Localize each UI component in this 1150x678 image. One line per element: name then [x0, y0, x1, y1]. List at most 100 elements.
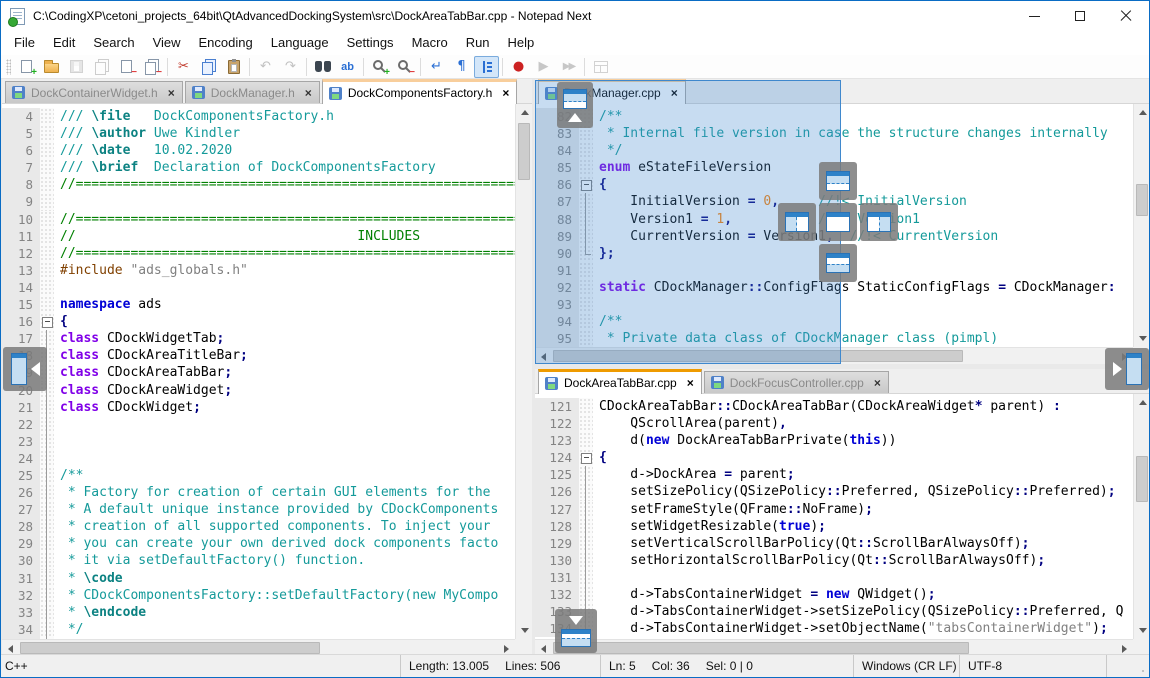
menu-item-search[interactable]: Search — [84, 31, 143, 55]
menu-item-help[interactable]: Help — [499, 31, 544, 55]
redo-button[interactable]: ↷ — [278, 56, 303, 78]
fold-collapse-icon[interactable] — [579, 449, 593, 466]
code-line: 15namespace ads — [2, 296, 515, 313]
close-all-button[interactable]: − — [139, 56, 164, 78]
save-icon — [711, 376, 724, 389]
status-language[interactable]: C++ — [1, 655, 401, 677]
zoom-in-button[interactable]: + — [367, 56, 392, 78]
line-number: 16 — [2, 313, 40, 330]
code-line: 19class CDockAreaTabBar; — [2, 364, 515, 381]
dock-indicator-center[interactable] — [819, 203, 857, 241]
dock-indicator-bottom[interactable] — [819, 244, 857, 282]
scroll-up-button[interactable] — [1134, 104, 1150, 121]
record-macro-button[interactable]: ● — [506, 56, 531, 78]
code-line: 126 setSizePolicy(QSizePolicy::Preferred… — [535, 483, 1133, 500]
panel-toggle-button[interactable] — [588, 56, 613, 78]
code-text: setHorizontalScrollBarPolicy(Qt::ScrollB… — [593, 552, 1045, 569]
open-file-button[interactable] — [39, 56, 64, 78]
tab-DockContainerWidget.h[interactable]: DockContainerWidget.h — [5, 81, 183, 103]
find-button[interactable] — [310, 56, 335, 78]
menu-item-settings[interactable]: Settings — [338, 31, 403, 55]
indentation-guides-button[interactable] — [474, 56, 499, 78]
tab-DockAreaTabBar.cpp[interactable]: DockAreaTabBar.cpp — [538, 369, 702, 394]
status-eol[interactable]: Windows (CR LF) — [854, 655, 960, 677]
vertical-scrollbar[interactable] — [1133, 394, 1150, 639]
dock-indicator-edge-right[interactable] — [1105, 348, 1149, 390]
panel-toggle-icon — [594, 61, 608, 73]
tab-DockFocusController.cpp[interactable]: DockFocusController.cpp — [704, 371, 889, 393]
code-text: { — [593, 449, 607, 466]
code-line: 123 d(new DockAreaTabBarPrivate(this)) — [535, 432, 1133, 449]
dock-area-left: DockContainerWidget.hDockManager.hDockCo… — [2, 79, 532, 656]
dock-indicator-edge-left[interactable] — [3, 347, 47, 391]
save-file-button[interactable] — [64, 56, 89, 78]
tab-DockComponentsFactory.h[interactable]: DockComponentsFactory.h — [322, 79, 518, 104]
copy-icon — [202, 62, 213, 75]
close-file-button[interactable]: − — [114, 56, 139, 78]
line-number: 29 — [2, 535, 40, 552]
undo-button[interactable]: ↶ — [253, 56, 278, 78]
vertical-scrollbar[interactable] — [1133, 104, 1150, 347]
new-file-button[interactable]: + — [14, 56, 39, 78]
indentation-guides-icon — [480, 60, 494, 74]
scroll-thumb[interactable] — [553, 642, 969, 654]
minimize-button[interactable] — [1011, 1, 1057, 31]
dock-indicator-edge-top[interactable] — [557, 82, 593, 128]
tab-close-icon[interactable] — [168, 87, 175, 99]
scroll-up-button[interactable] — [1134, 394, 1150, 411]
fold-margin — [40, 125, 54, 142]
maximize-button[interactable] — [1057, 1, 1103, 31]
code-text: CDockAreaTabBar::CDockAreaTabBar(CDockAr… — [593, 398, 1061, 415]
close-button[interactable] — [1103, 1, 1149, 31]
resize-grip[interactable] — [1107, 655, 1149, 677]
menu-item-view[interactable]: View — [144, 31, 190, 55]
dock-indicator-left[interactable] — [778, 203, 816, 241]
tab-close-icon[interactable] — [874, 377, 881, 389]
scroll-down-button[interactable] — [1134, 622, 1150, 639]
menu-item-language[interactable]: Language — [262, 31, 338, 55]
column-label: Col: 36 — [652, 659, 690, 673]
tab-DockManager.h[interactable]: DockManager.h — [185, 81, 320, 103]
word-wrap-button[interactable]: ↵ — [424, 56, 449, 78]
fold-margin — [579, 535, 593, 552]
menu-item-run[interactable]: Run — [457, 31, 499, 55]
scroll-thumb[interactable] — [518, 123, 530, 180]
fold-margin — [40, 399, 54, 416]
code-line: 133 d->TabsContainerWidget->setSizePolic… — [535, 603, 1133, 620]
zoom-out-button[interactable]: − — [392, 56, 417, 78]
minimize-icon — [1029, 16, 1040, 17]
paste-button[interactable] — [221, 56, 246, 78]
scroll-down-button[interactable] — [1134, 330, 1150, 347]
show-all-characters-button[interactable]: ¶ — [449, 56, 474, 78]
scroll-thumb[interactable] — [1136, 456, 1148, 502]
save-all-button[interactable] — [89, 56, 114, 78]
vertical-scrollbar[interactable] — [515, 104, 532, 639]
scroll-up-button[interactable] — [516, 104, 533, 121]
save-file-icon — [70, 60, 83, 73]
run-macro-multiple-button[interactable]: ▶▶ — [556, 56, 581, 78]
fold-collapse-icon[interactable] — [40, 313, 54, 330]
code-editor[interactable]: 121CDockAreaTabBar::CDockAreaTabBar(CDoc… — [535, 394, 1133, 639]
dock-indicator-right[interactable] — [860, 203, 898, 241]
menu-item-file[interactable]: File — [5, 31, 44, 55]
tab-close-icon[interactable] — [502, 87, 509, 99]
code-editor[interactable]: 4/// \file DockComponentsFactory.h5/// \… — [2, 104, 515, 639]
scroll-thumb[interactable] — [20, 642, 320, 654]
fold-margin — [40, 570, 54, 587]
fold-margin — [40, 296, 54, 313]
tab-close-icon[interactable] — [305, 87, 312, 99]
replace-button[interactable]: ab — [335, 56, 360, 78]
toolbar-grip[interactable] — [6, 59, 11, 75]
cut-button[interactable]: ✂ — [171, 56, 196, 78]
status-encoding[interactable]: UTF-8 — [960, 655, 1107, 677]
menu-item-macro[interactable]: Macro — [403, 31, 457, 55]
dock-indicator-top[interactable] — [819, 162, 857, 200]
tab-close-icon[interactable] — [687, 377, 694, 389]
play-macro-button[interactable]: ▶ — [531, 56, 556, 78]
menu-item-edit[interactable]: Edit — [44, 31, 84, 55]
menu-item-encoding[interactable]: Encoding — [190, 31, 262, 55]
scroll-down-button[interactable] — [516, 622, 533, 639]
dock-indicator-edge-bottom[interactable] — [555, 609, 597, 653]
copy-button[interactable] — [196, 56, 221, 78]
scroll-thumb[interactable] — [1136, 184, 1148, 216]
